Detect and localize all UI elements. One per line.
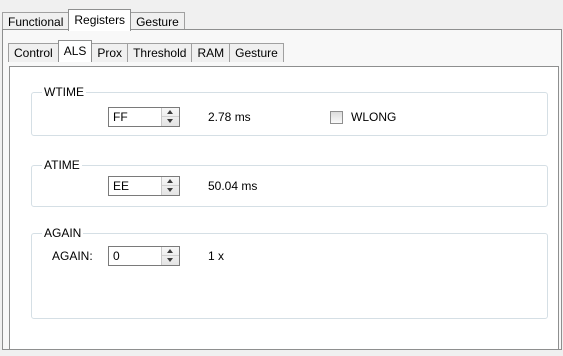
arrow-down-icon	[167, 188, 173, 192]
tab-registers[interactable]: Registers	[68, 9, 132, 31]
again-spin-buttons[interactable]	[161, 247, 179, 265]
tab-threshold[interactable]: Threshold	[127, 43, 193, 62]
wtime-spin-up[interactable]	[162, 108, 179, 117]
inner-tabstrip: Control ALS Prox Threshold RAM Gesture	[8, 40, 284, 62]
again-result: 1 x	[208, 249, 225, 263]
tab-control[interactable]: Control	[8, 43, 59, 62]
wlong-checkbox[interactable]	[330, 111, 343, 124]
wtime-group-title: WTIME	[42, 84, 86, 100]
atime-spinbox[interactable]: EE	[108, 176, 180, 196]
arrow-up-icon	[167, 110, 173, 114]
again-field-label: AGAIN:	[52, 249, 93, 263]
tab-ram[interactable]: RAM	[191, 43, 231, 62]
wlong-label[interactable]: WLONG	[351, 109, 396, 125]
wtime-spin-buttons[interactable]	[161, 108, 179, 126]
atime-spin-up[interactable]	[162, 177, 179, 186]
arrow-up-icon	[167, 179, 173, 183]
arrow-up-icon	[167, 249, 173, 253]
again-value[interactable]: 0	[113, 249, 120, 264]
tab-als[interactable]: ALS	[57, 40, 93, 62]
atime-spin-down[interactable]	[162, 186, 179, 195]
again-group-title: AGAIN	[42, 225, 84, 241]
atime-spin-buttons[interactable]	[161, 177, 179, 195]
again-group: AGAIN AGAIN: 0 1 x	[31, 225, 548, 319]
arrow-down-icon	[167, 258, 173, 262]
atime-result: 50.04 ms	[208, 179, 258, 193]
wtime-result: 2.78 ms	[208, 110, 251, 124]
tab-prox[interactable]: Prox	[91, 43, 129, 62]
outer-tabstrip: Functional Registers Gesture	[2, 9, 185, 31]
atime-group-title: ATIME	[42, 157, 82, 173]
atime-value[interactable]: EE	[113, 179, 129, 194]
again-spin-up[interactable]	[162, 247, 179, 256]
tab-inner-gesture[interactable]: Gesture	[229, 43, 284, 62]
again-spin-down[interactable]	[162, 256, 179, 265]
arrow-down-icon	[167, 119, 173, 123]
atime-group: ATIME EE 50.04 ms	[31, 157, 548, 207]
wtime-group: WTIME FF 2.78 ms WLONG	[31, 84, 548, 136]
wtime-spinbox[interactable]: FF	[108, 107, 180, 127]
again-spinbox[interactable]: 0	[108, 246, 180, 266]
wtime-spin-down[interactable]	[162, 117, 179, 126]
wtime-value[interactable]: FF	[113, 110, 128, 125]
